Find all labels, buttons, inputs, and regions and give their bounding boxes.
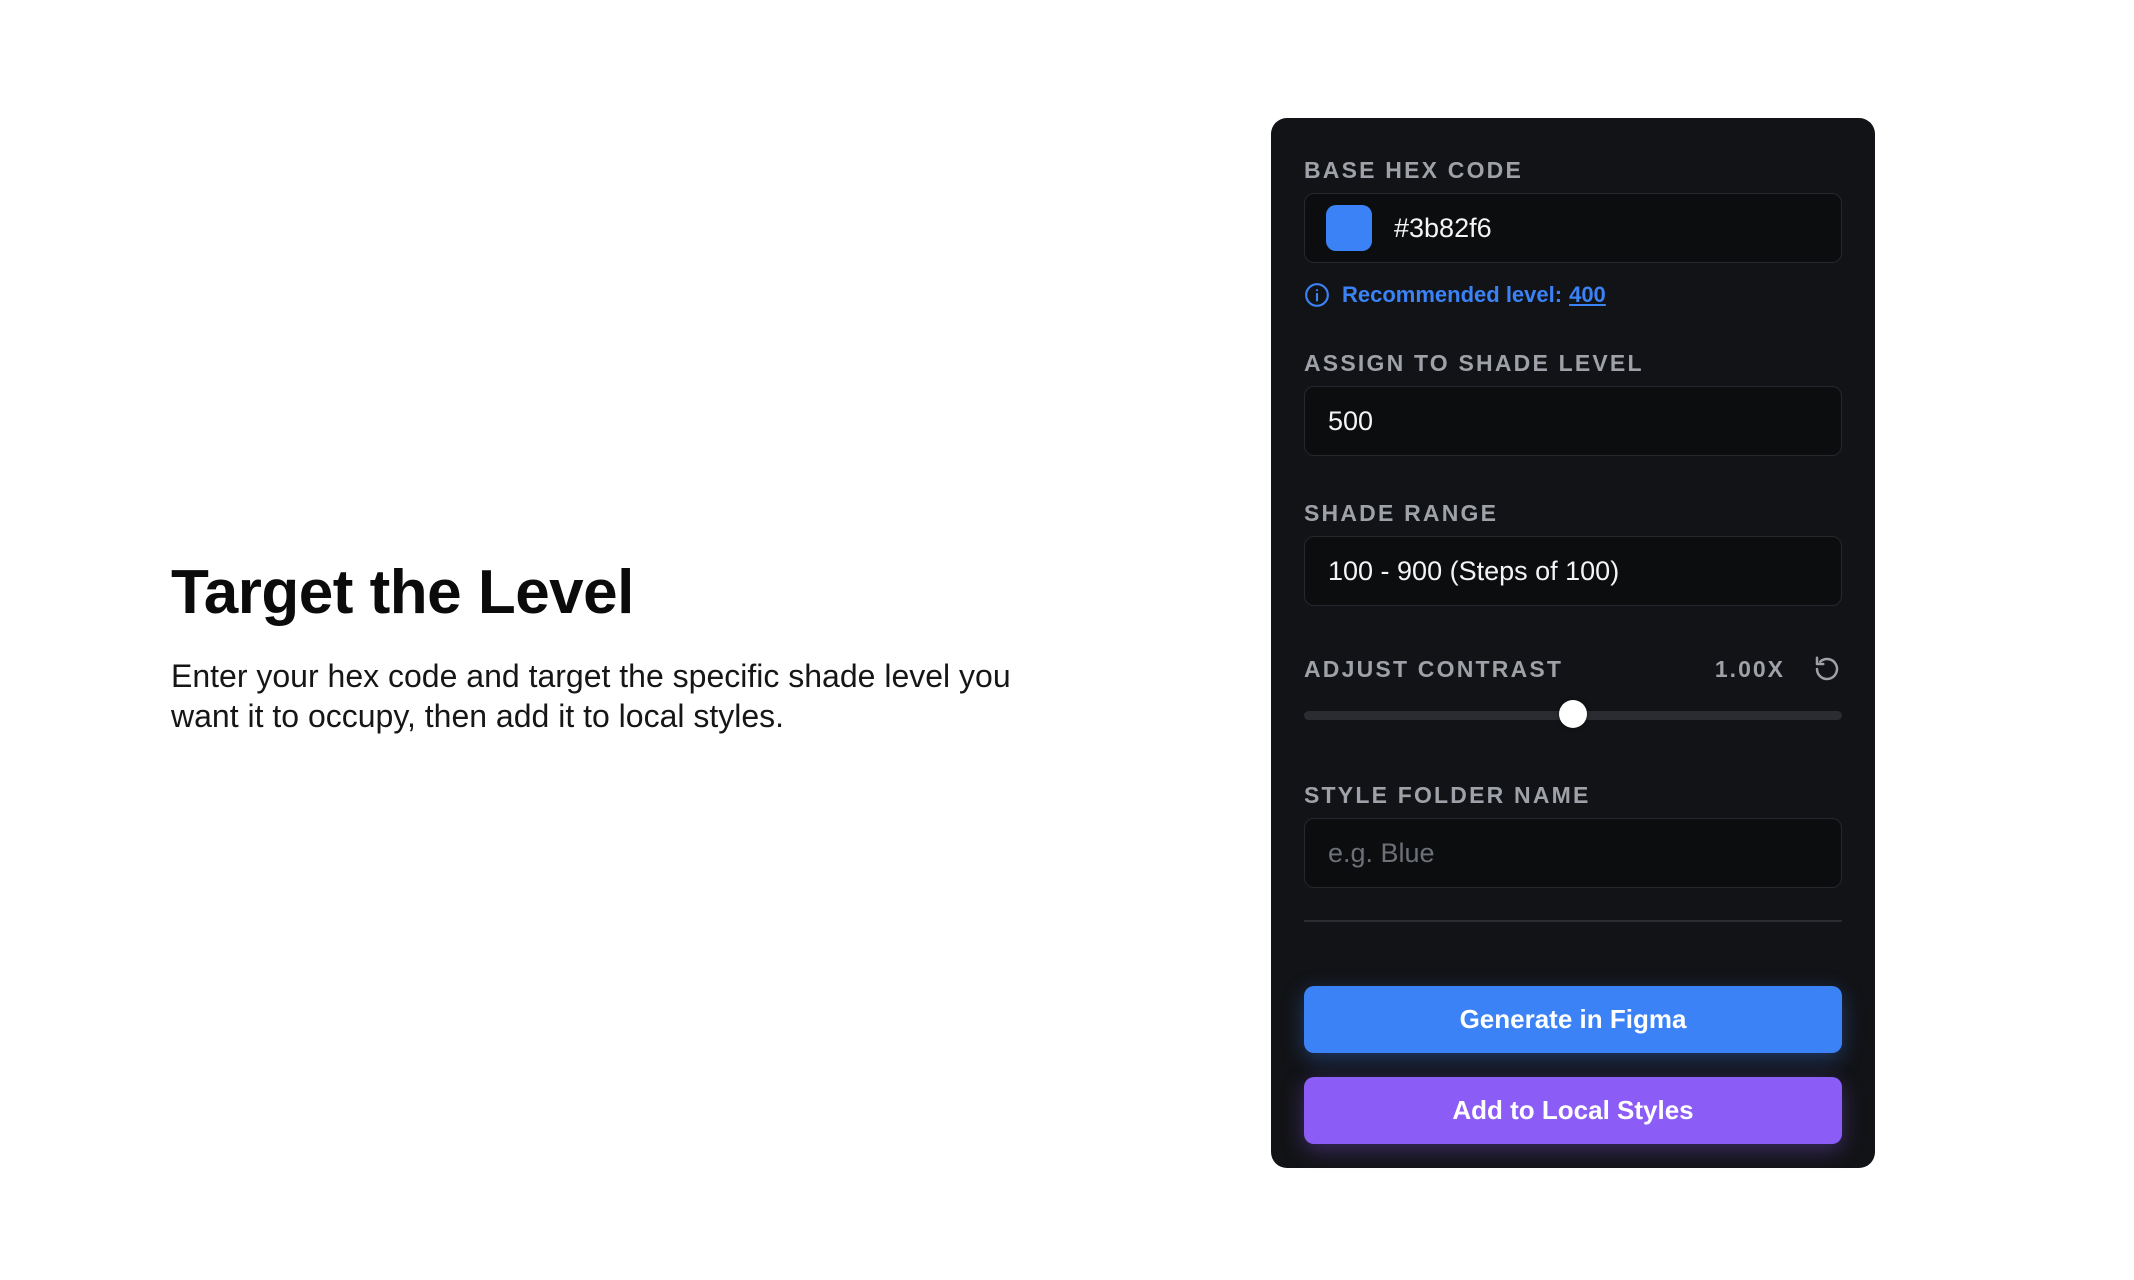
contrast-row: ADJUST CONTRAST 1.00X (1304, 654, 1842, 684)
recommendation-text: Recommended level: (1342, 282, 1563, 307)
color-swatch[interactable] (1326, 205, 1372, 251)
intro-section: Target the Level Enter your hex code and… (171, 555, 1071, 736)
shade-range-label: SHADE RANGE (1304, 500, 1499, 526)
recommendation-hint: Recommended level: 400 (1304, 282, 1606, 308)
contrast-value: 1.00X (1714, 656, 1785, 682)
divider (1304, 920, 1842, 922)
base-hex-field[interactable]: #3b82f6 (1304, 193, 1842, 263)
folder-name-label: STYLE FOLDER NAME (1304, 782, 1591, 808)
plugin-panel: BASE HEX CODE #3b82f6 Recommended level:… (1271, 118, 1875, 1168)
add-to-local-styles-button[interactable]: Add to Local Styles (1304, 1077, 1842, 1144)
generate-in-figma-button[interactable]: Generate in Figma (1304, 986, 1842, 1053)
shade-range-select[interactable]: 100 - 900 (Steps of 100) (1304, 536, 1842, 606)
page-description: Enter your hex code and target the speci… (171, 658, 1011, 734)
recommended-level-link[interactable]: 400 (1569, 282, 1606, 308)
shade-level-field[interactable]: 500 (1304, 386, 1842, 456)
folder-name-input[interactable] (1328, 837, 1818, 869)
base-hex-value[interactable]: #3b82f6 (1394, 213, 1492, 244)
page-title: Target the Level (171, 558, 634, 627)
shade-level-value[interactable]: 500 (1328, 406, 1373, 437)
base-hex-label: BASE HEX CODE (1304, 157, 1524, 183)
folder-name-field[interactable] (1304, 818, 1842, 888)
shade-range-value[interactable]: 100 - 900 (Steps of 100) (1328, 556, 1619, 587)
contrast-label: ADJUST CONTRAST (1304, 656, 1564, 682)
info-icon (1305, 283, 1329, 307)
slider-thumb[interactable] (1559, 700, 1587, 728)
shade-level-label: ASSIGN TO SHADE LEVEL (1304, 350, 1644, 376)
reset-icon[interactable] (1812, 654, 1842, 684)
contrast-slider[interactable] (1304, 700, 1842, 730)
